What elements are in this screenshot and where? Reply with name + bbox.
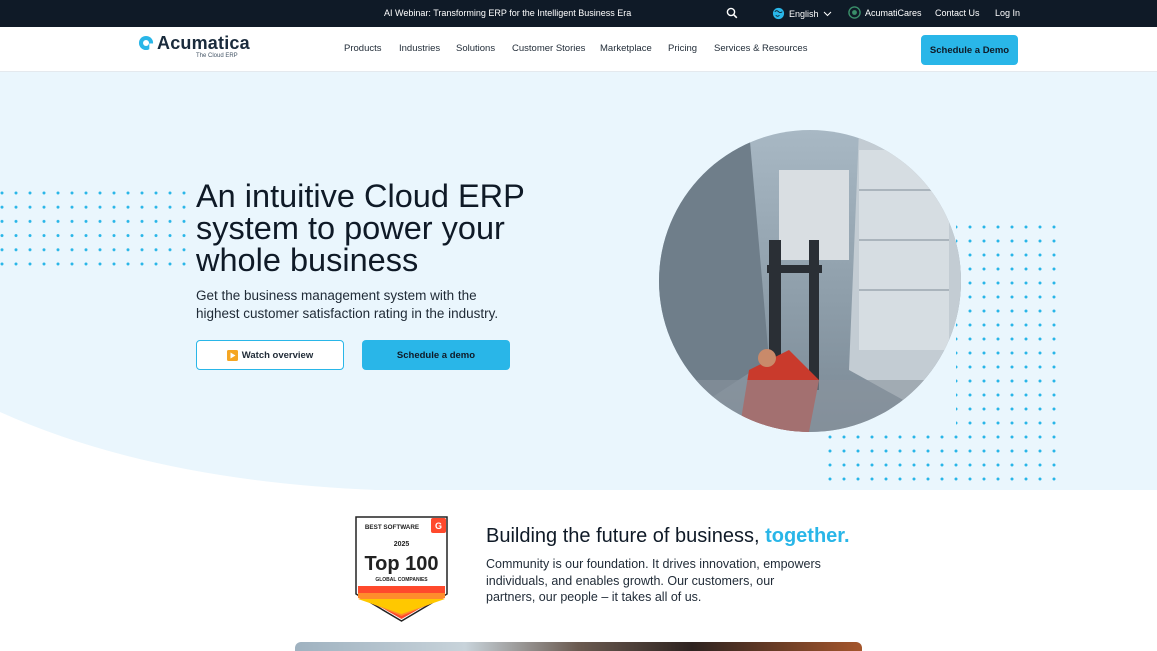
warehouse-forklift-image [659, 130, 961, 432]
watch-overview-button[interactable]: Watch overview [196, 340, 344, 370]
badge-top-text: BEST SOFTWARE [365, 524, 419, 531]
community-heading-text: Building the future of business, [486, 525, 760, 547]
top-bar: AI Webinar: Transforming ERP for the Int… [0, 0, 1157, 27]
hero-section: An intuitive Cloud ERP system to power y… [0, 72, 1157, 490]
g2-top-100-badge: G BEST SOFTWARE 2025 Top 100 GLOBAL COMP… [355, 516, 448, 622]
nav-item-industries[interactable]: Industries [399, 43, 440, 54]
webinar-promo-link[interactable]: AI Webinar: Transforming ERP for the Int… [384, 8, 631, 18]
community-heading: Building the future of business, togethe… [486, 525, 850, 548]
acumatica-logo-mark [138, 35, 155, 51]
community-heading-accent: together. [765, 525, 850, 547]
hero-heading: An intuitive Cloud ERP system to power y… [196, 178, 525, 278]
contact-us-link[interactable]: Contact Us [935, 8, 980, 18]
chevron-down-icon [823, 11, 831, 16]
globe-icon [772, 7, 785, 20]
community-paragraph: Community is our foundation. It drives i… [486, 557, 821, 604]
nav-item-products[interactable]: Products [344, 43, 382, 54]
svg-text:G: G [435, 521, 442, 531]
nav-item-marketplace[interactable]: Marketplace [600, 43, 652, 54]
nav-item-customer-stories[interactable]: Customer Stories [512, 43, 585, 54]
nav-item-pricing[interactable]: Pricing [668, 43, 697, 54]
acumaticares-label: AcumatiCares [865, 7, 922, 18]
search-icon[interactable] [726, 7, 738, 19]
nav-item-services-resources[interactable]: Services & Resources [714, 43, 807, 54]
language-label: English [789, 8, 819, 19]
schedule-demo-button[interactable]: Schedule a Demo [921, 35, 1018, 65]
decorative-dot-grid-left [0, 191, 186, 267]
acumaticares-link[interactable]: AcumatiCares [848, 6, 922, 19]
watch-overview-label: Watch overview [241, 349, 314, 361]
play-icon [226, 349, 238, 361]
badge-year: 2025 [394, 541, 410, 548]
logo-tagline: The Cloud ERP [196, 53, 238, 59]
nav-item-solutions[interactable]: Solutions [456, 43, 495, 54]
acumatica-logo[interactable]: Acumatica The Cloud ERP [138, 33, 250, 63]
language-selector[interactable]: English [772, 7, 832, 20]
main-nav: Acumatica The Cloud ERP Products Industr… [0, 27, 1157, 72]
schedule-a-demo-button[interactable]: Schedule a demo [362, 340, 510, 370]
hero-subheading: Get the business management system with … [196, 288, 499, 321]
badge-sub-text: GLOBAL COMPANIES [375, 577, 428, 583]
acumaticares-icon [848, 6, 861, 19]
logo-wordmark: Acumatica [157, 33, 250, 53]
bottom-image-preview [295, 642, 862, 651]
log-in-link[interactable]: Log In [995, 8, 1020, 18]
badge-main-text: Top 100 [364, 553, 438, 575]
